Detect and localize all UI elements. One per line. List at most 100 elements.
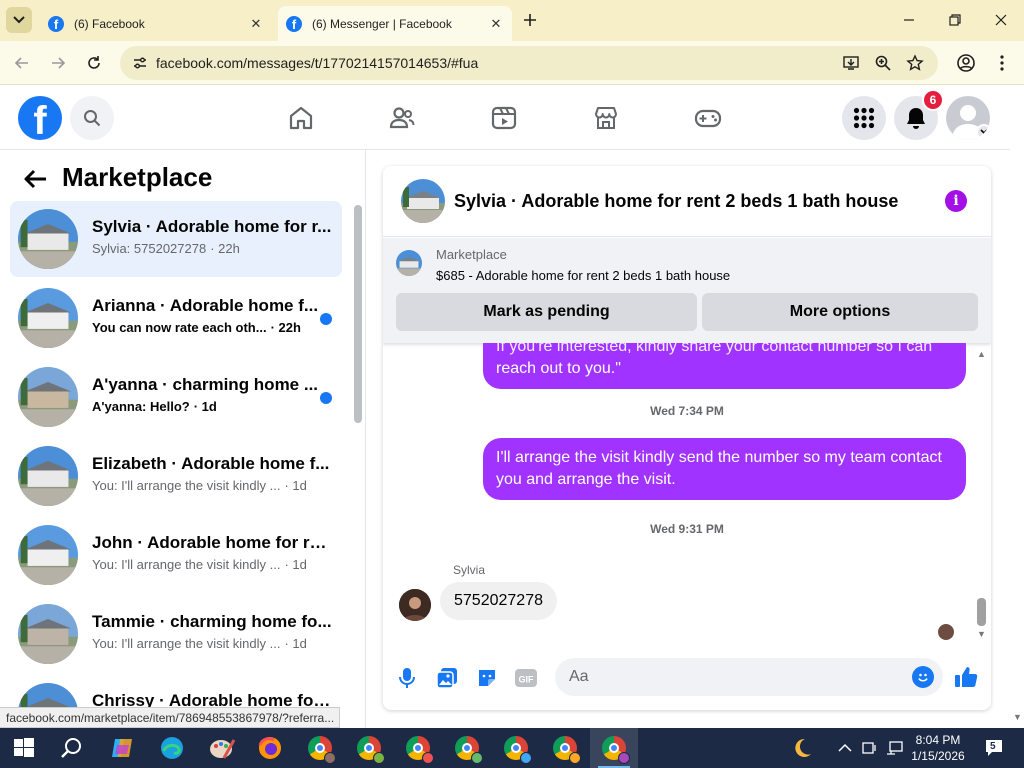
nav-video[interactable] [484, 100, 524, 136]
bookmark-star-icon[interactable] [906, 54, 924, 72]
tab-messenger[interactable]: f (6) Messenger | Facebook ✕ [278, 6, 512, 41]
taskbar-chrome-4[interactable] [453, 734, 483, 764]
search-icon [61, 738, 81, 758]
weather-widget[interactable] [790, 728, 814, 768]
scroll-down-arrow[interactable]: ▼ [1013, 712, 1022, 722]
conversation-name: John · Adorable home for re... [92, 533, 332, 552]
mark-as-pending-button[interactable]: Mark as pending [396, 293, 697, 331]
taskbar-firefox[interactable] [256, 734, 284, 762]
account-icon [957, 54, 975, 72]
taskbar-chrome-1[interactable] [306, 734, 336, 764]
tab-facebook[interactable]: f (6) Facebook ✕ [40, 6, 272, 41]
restore-button[interactable] [932, 6, 978, 34]
taskbar-paint[interactable] [208, 734, 236, 762]
conversation-item[interactable]: Elizabeth · Adorable home f... You: I'll … [10, 438, 342, 514]
tray-device-icon[interactable] [862, 728, 878, 768]
scroll-up-arrow[interactable]: ▲ [977, 349, 986, 359]
tab-title: (6) Facebook [74, 16, 145, 31]
listing-description[interactable]: $685 - Adorable home for rent 2 beds 1 b… [436, 268, 730, 283]
conversation-item[interactable]: Sylvia · Adorable home for r... Sylvia: 5… [10, 201, 342, 277]
thread-scrollbar[interactable] [977, 598, 986, 626]
forward-button[interactable] [46, 51, 70, 75]
list-scrollbar[interactable] [354, 205, 362, 423]
nav-home[interactable] [281, 100, 321, 136]
new-tab-button[interactable] [518, 8, 542, 32]
emoji-button[interactable] [912, 666, 934, 688]
site-info-icon[interactable] [132, 55, 148, 71]
profile-avatar[interactable] [946, 96, 990, 140]
menu-grid-icon [853, 107, 875, 129]
message-input[interactable]: Aa [555, 658, 943, 696]
nav-friends[interactable] [382, 100, 422, 136]
close-icon [995, 14, 1007, 26]
incoming-message: 5752027278 [440, 582, 557, 620]
taskbar-chrome-5[interactable] [502, 734, 532, 764]
close-window-button[interactable] [978, 6, 1024, 34]
conversation-preview: You can now rate each oth... · 22h [92, 320, 301, 335]
gif-button[interactable]: GIF [514, 666, 538, 690]
house-photo-icon [18, 209, 78, 269]
taskbar-chrome-2[interactable] [355, 734, 385, 764]
url-text[interactable]: facebook.com/messages/t/1770214157014653… [156, 55, 478, 71]
person-photo-icon [399, 589, 431, 621]
info-icon[interactable]: i [945, 190, 967, 212]
conversation-name: A'yanna · charming home ... [92, 375, 319, 394]
more-options-button[interactable]: More options [702, 293, 978, 331]
nav-marketplace[interactable] [586, 100, 626, 136]
close-tab-icon[interactable]: ✕ [246, 16, 266, 32]
svg-text:GIF: GIF [519, 675, 535, 685]
tab-title: (6) Messenger | Facebook [312, 16, 452, 31]
attach-photo-button[interactable] [435, 666, 459, 690]
video-icon [491, 106, 517, 130]
listing-photo[interactable] [401, 179, 445, 223]
conversation-item[interactable]: John · Adorable home for re... You: I'll … [10, 517, 342, 593]
browser-tabstrip: f (6) Facebook ✕ f (6) Messenger | Faceb… [0, 0, 1024, 41]
system-clock[interactable]: 8:04 PM 1/15/2026 [906, 732, 970, 764]
taskbar-search-button[interactable] [58, 734, 86, 762]
tray-network[interactable] [886, 728, 904, 768]
close-tab-icon[interactable]: ✕ [486, 16, 506, 32]
taskbar-chrome-6[interactable] [551, 734, 581, 764]
install-app-icon[interactable] [842, 54, 860, 72]
message-text: If you're interested, kindly share your … [496, 343, 933, 355]
chat-title: Sylvia · Adorable home for rent 2 beds 1… [454, 191, 899, 211]
facebook-search-button[interactable] [70, 96, 114, 140]
sender-avatar[interactable] [399, 589, 431, 621]
like-button[interactable] [953, 664, 979, 690]
home-icon [289, 106, 313, 130]
profile-button[interactable] [954, 51, 978, 75]
listing-thumbnail[interactable] [396, 250, 422, 276]
show-hidden-icons[interactable] [838, 728, 852, 768]
tab-search-button[interactable] [6, 7, 32, 33]
page-scrollbar[interactable]: ▼ [1010, 86, 1024, 728]
conversation-item[interactable]: A'yanna · charming home ... A'yanna: Hell… [10, 359, 342, 435]
back-arrow-icon[interactable] [22, 168, 48, 190]
taskbar-copilot[interactable] [108, 734, 136, 762]
account-chevron[interactable] [976, 124, 990, 140]
clock-date: 1/15/2026 [911, 749, 965, 763]
conversation-item[interactable]: Arianna · Adorable home f... You can now … [10, 280, 342, 356]
scroll-down-arrow[interactable]: ▼ [977, 629, 986, 639]
zoom-icon[interactable] [874, 54, 892, 72]
timestamp: Wed 7:34 PM [650, 404, 724, 418]
minimize-button[interactable] [886, 6, 932, 34]
notification-center[interactable]: 5 [984, 738, 1004, 758]
facebook-logo[interactable]: f [18, 96, 62, 140]
nav-gaming[interactable] [688, 100, 728, 136]
facebook-header: f [0, 86, 1010, 150]
taskbar-edge[interactable] [158, 734, 186, 762]
back-button[interactable] [10, 51, 34, 75]
panel-title: Marketplace [62, 162, 213, 192]
taskbar-chrome-active[interactable] [590, 728, 638, 768]
start-button[interactable] [10, 734, 38, 762]
sticker-button[interactable] [475, 666, 499, 690]
address-bar[interactable]: facebook.com/messages/t/1770214157014653… [120, 46, 938, 80]
taskbar-chrome-3[interactable] [404, 734, 434, 764]
reload-button[interactable] [82, 51, 106, 75]
chrome-menu-button[interactable] [990, 51, 1014, 75]
voice-clip-button[interactable] [395, 666, 419, 690]
preview-text: Sylvia: 5752027278 [92, 241, 207, 256]
menu-button[interactable] [842, 96, 886, 140]
notification-count: 5 [990, 741, 996, 752]
conversation-item[interactable]: Tammie · charming home fo... You: I'll ar… [10, 596, 342, 672]
